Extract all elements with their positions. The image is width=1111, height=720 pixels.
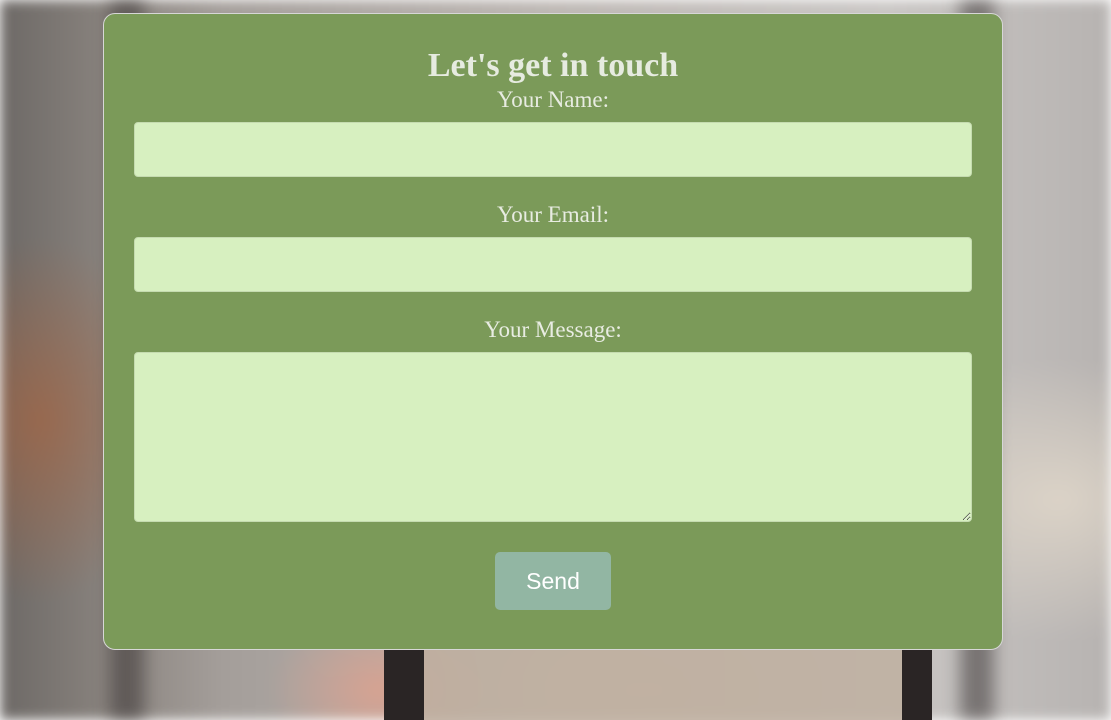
email-label: Your Email:: [496, 202, 610, 227]
send-button[interactable]: Send: [495, 552, 611, 610]
name-input[interactable]: [134, 122, 972, 177]
email-input[interactable]: [134, 237, 972, 292]
contact-form: Let's get in touch Your Name: Your Email…: [103, 13, 1003, 650]
message-label: Your Message:: [484, 317, 622, 342]
name-label: Your Name:: [496, 87, 610, 112]
message-textarea[interactable]: [134, 352, 972, 522]
background-phone-shape: [384, 640, 932, 720]
form-title: Let's get in touch: [427, 47, 679, 84]
